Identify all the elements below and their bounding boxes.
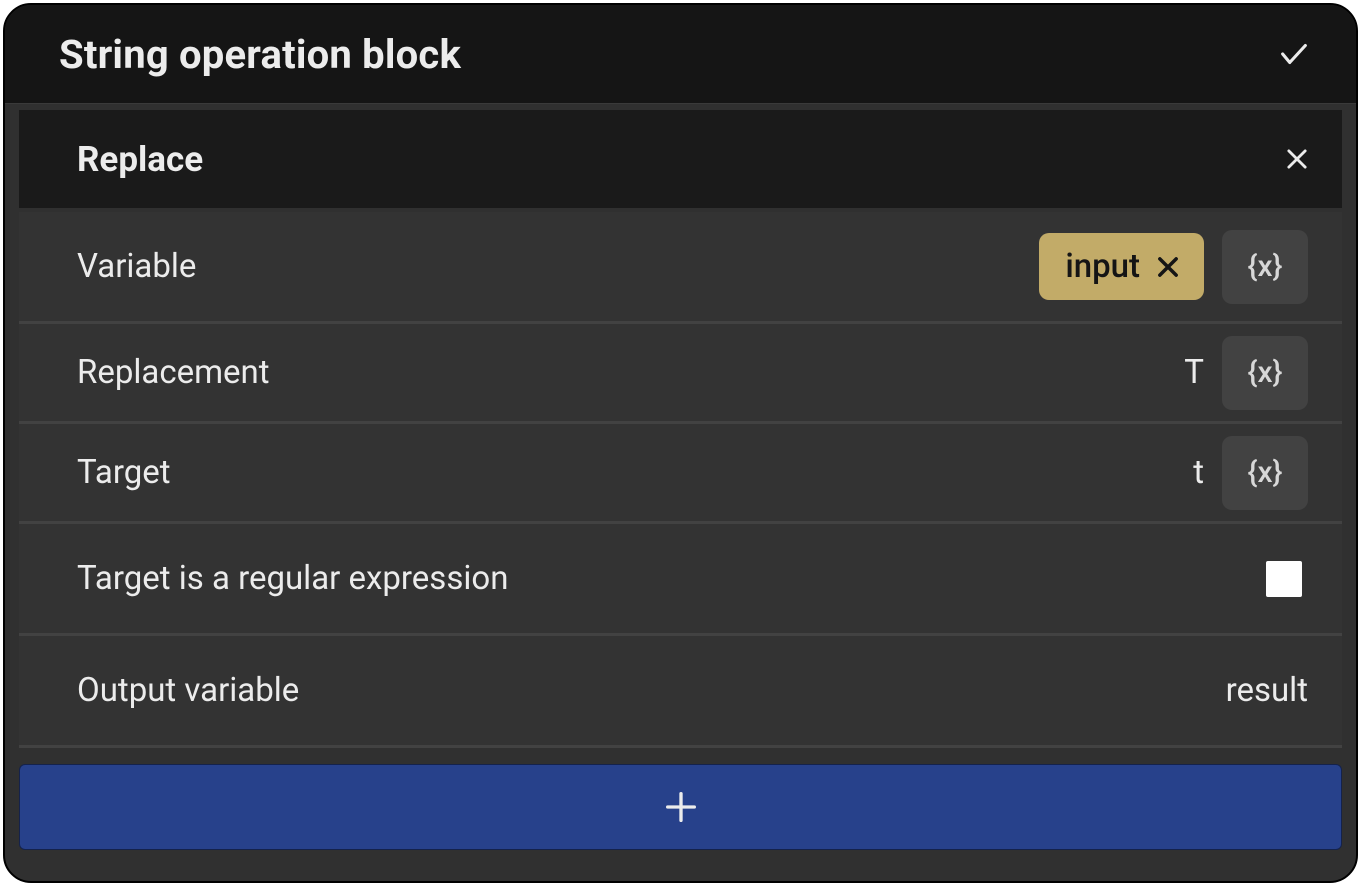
plus-icon xyxy=(661,787,701,827)
close-icon xyxy=(1283,145,1311,173)
variable-chip-text: input xyxy=(1065,247,1140,286)
target-value[interactable]: t xyxy=(1193,453,1204,492)
insert-variable-button[interactable]: {x} xyxy=(1222,436,1308,510)
row-variable: Variable input {x} xyxy=(19,212,1342,324)
row-regex-controls xyxy=(1266,561,1308,597)
label-output: Output variable xyxy=(77,671,299,710)
row-replacement-controls: T {x} xyxy=(1184,336,1308,410)
dialog-window: String operation block Replace Variable … xyxy=(3,3,1358,883)
replacement-value[interactable]: T xyxy=(1184,353,1204,392)
row-target-controls: t {x} xyxy=(1193,436,1308,510)
row-regex: Target is a regular expression xyxy=(19,524,1342,636)
label-regex: Target is a regular expression xyxy=(77,559,508,598)
regex-checkbox[interactable] xyxy=(1266,561,1302,597)
operation-header: Replace xyxy=(19,110,1342,208)
close-icon xyxy=(1154,253,1182,281)
label-target: Target xyxy=(77,453,171,492)
row-output-controls: result xyxy=(1226,671,1308,710)
row-target: Target t {x} xyxy=(19,424,1342,524)
label-variable: Variable xyxy=(77,247,196,286)
label-replacement: Replacement xyxy=(77,353,270,392)
add-operation-button[interactable] xyxy=(19,764,1342,850)
dialog-title: String operation block xyxy=(59,31,461,78)
check-icon xyxy=(1277,37,1311,71)
title-bar: String operation block xyxy=(5,5,1356,103)
output-value[interactable]: result xyxy=(1226,671,1308,710)
remove-operation-button[interactable] xyxy=(1280,142,1314,176)
row-replacement: Replacement T {x} xyxy=(19,324,1342,424)
operation-title: Replace xyxy=(77,139,203,180)
variable-chip[interactable]: input xyxy=(1039,233,1204,300)
row-output: Output variable result xyxy=(19,636,1342,748)
dialog-content: Replace Variable input {x} Replacement xyxy=(5,103,1356,881)
variable-chip-remove[interactable] xyxy=(1154,253,1182,281)
insert-variable-button[interactable]: {x} xyxy=(1222,336,1308,410)
row-variable-controls: input {x} xyxy=(1039,230,1308,304)
insert-variable-button[interactable]: {x} xyxy=(1222,230,1308,304)
confirm-button[interactable] xyxy=(1276,36,1312,72)
